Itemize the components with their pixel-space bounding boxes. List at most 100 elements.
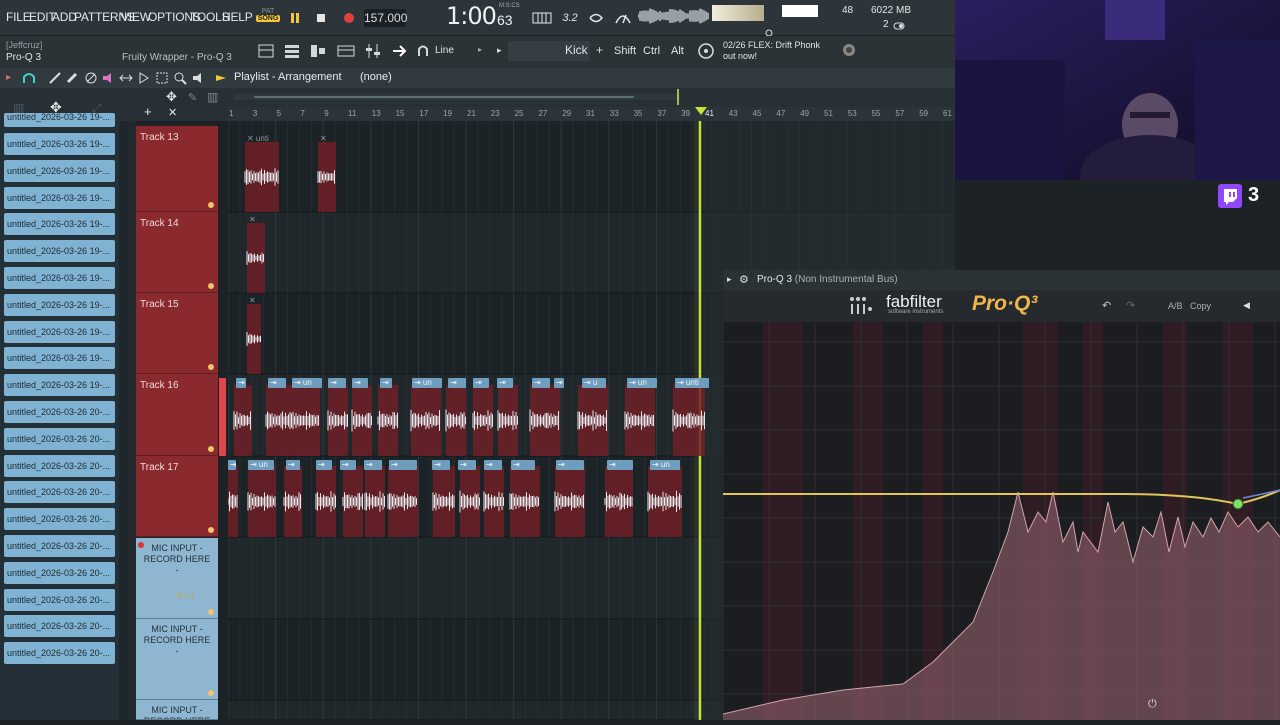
browser-item[interactable]: untitled_2026-03-26 20-... <box>4 588 115 611</box>
clip-label[interactable]: ⇥ <box>286 460 300 470</box>
brush-icon[interactable] <box>65 71 79 85</box>
piano-roll-icon[interactable] <box>308 42 328 60</box>
toggle-icon[interactable] <box>893 19 905 31</box>
track-led[interactable] <box>208 690 214 696</box>
close-icon[interactable]: ✕ <box>168 106 177 119</box>
magnet-icon[interactable] <box>416 42 430 60</box>
browser-item[interactable]: untitled_2026-03-26 19-... <box>4 293 115 316</box>
track-header-16[interactable]: Track 16 <box>136 374 218 456</box>
gear-icon[interactable] <box>764 24 774 37</box>
browser-item[interactable]: untitled_2026-03-26 19-... <box>4 213 115 236</box>
playlist-icon[interactable] <box>256 42 276 60</box>
mixer-route-icon[interactable]: ⊙ ◁ <box>176 590 193 601</box>
track-led[interactable] <box>208 202 214 208</box>
clip-label[interactable]: ⇥ u <box>582 378 606 388</box>
pencil-icon[interactable] <box>48 71 62 85</box>
clip-label[interactable]: ⇥ un <box>248 460 274 470</box>
clip-label[interactable]: ⇥ <box>448 378 466 388</box>
copy-button[interactable]: Copy <box>1190 301 1211 311</box>
playhead-marker-icon[interactable] <box>694 106 708 116</box>
browser-item[interactable]: untitled_2026-03-26 20-... <box>4 454 115 477</box>
mic-track-header-3[interactable]: MIC INPUT - RECORD HERE - <box>136 700 218 720</box>
delete-icon[interactable] <box>84 71 98 85</box>
browser-item[interactable]: untitled_2026-03-26 19-... <box>4 347 115 370</box>
clip-label[interactable]: ⇥ un <box>412 378 442 388</box>
mixer-icon[interactable] <box>336 42 356 60</box>
channel-prev-icon[interactable]: ▸ <box>497 45 502 56</box>
slice-icon[interactable] <box>137 71 151 85</box>
browser-item[interactable]: untitled_2026-03-26 19-... <box>4 159 115 182</box>
track-led[interactable] <box>208 283 214 289</box>
channel-rack-icon[interactable] <box>282 42 302 60</box>
track-header-14[interactable]: Track 14 <box>136 212 218 293</box>
overview-scrollbar[interactable] <box>234 89 684 105</box>
clip-label[interactable]: ⇥ <box>316 460 332 470</box>
pencil-icon[interactable]: ✎ <box>188 91 197 104</box>
snap-mode-select[interactable]: Line <box>435 45 454 56</box>
clip-label[interactable]: ⇥ <box>340 460 356 470</box>
pause-button[interactable] <box>286 9 304 27</box>
clip-label[interactable]: ⇥ <box>268 378 286 388</box>
add-channel-icon[interactable]: + <box>596 43 603 57</box>
browser-item[interactable]: untitled_2026-03-26 20-... <box>4 561 115 584</box>
clip-label[interactable]: ⇥ <box>236 378 246 388</box>
clip-label[interactable]: ⇥ <box>328 378 346 388</box>
track-header-13[interactable]: Track 13 <box>136 126 218 212</box>
clip-label[interactable]: ⇥ <box>432 460 450 470</box>
gear-icon[interactable]: ⚙ <box>739 273 749 286</box>
browser-item[interactable]: untitled_2026-03-26 20-... <box>4 508 115 531</box>
clip-label[interactable]: ✕ <box>247 296 261 306</box>
clip-label[interactable]: ⇥ <box>473 378 489 388</box>
clip-label[interactable]: ⇥ <box>352 378 368 388</box>
clip-label[interactable]: ✕ <box>318 134 352 144</box>
browser-item[interactable]: untitled_2026-03-26 19-... <box>4 320 115 343</box>
menu-file[interactable]: FILE <box>6 10 31 24</box>
browser-item[interactable]: untitled_2026-03-26 19-... <box>4 240 115 263</box>
clip-label[interactable]: ⇥ un <box>627 378 657 388</box>
pat-song-toggle[interactable]: PAT SONG <box>256 8 280 30</box>
tempo-display[interactable]: 157.000 <box>364 9 407 27</box>
clip-label[interactable]: ⇥ <box>556 460 584 470</box>
playlist-menu-icon[interactable] <box>214 71 228 85</box>
track-led[interactable] <box>208 446 214 452</box>
clip-label[interactable]: ⇥ <box>532 378 550 388</box>
mic-track-header-1[interactable]: MIC INPUT - RECORD HERE - ⊙ ◁ <box>136 538 218 619</box>
menu-view[interactable]: VIEW <box>121 10 151 24</box>
clip-label[interactable]: ⇥ <box>458 460 476 470</box>
ab-compare-button[interactable]: A/B <box>1168 301 1183 311</box>
clip-label[interactable]: ⇥ un <box>650 460 680 470</box>
eq-display[interactable] <box>722 322 1280 720</box>
browser-item[interactable]: untitled_2026-03-26 19-... <box>4 186 115 209</box>
record-button[interactable] <box>340 9 358 27</box>
clip-label[interactable]: ⇥ unti <box>675 378 709 388</box>
arrow-right-icon[interactable]: ▸ <box>6 72 11 83</box>
keyboard-icon[interactable] <box>532 9 552 27</box>
browser-item[interactable]: untitled_2026-03-26 20-... <box>4 615 115 638</box>
browser-item[interactable]: untitled_2026-03-26 20-... <box>4 535 115 557</box>
zoom-icon[interactable] <box>173 71 187 85</box>
slip-icon[interactable] <box>119 71 133 85</box>
power-icon[interactable]: ⏻ <box>1148 698 1157 711</box>
magnet-icon[interactable] <box>22 71 36 85</box>
clip-label[interactable]: ⇥ <box>389 460 417 470</box>
clip-label[interactable]: ⇥ un <box>292 378 322 388</box>
snap-ratio[interactable]: 3.2 <box>559 9 581 27</box>
move-icon[interactable]: ✥ <box>166 89 177 105</box>
menu-help[interactable]: HELP <box>222 10 253 24</box>
eq-spectrum-canvas[interactable] <box>722 322 1280 720</box>
stop-button[interactable] <box>312 9 330 27</box>
track-led[interactable] <box>208 364 214 370</box>
clip-label[interactable]: ⇥ <box>380 378 392 388</box>
time-display[interactable]: 1:00 <box>446 2 497 30</box>
globe-icon[interactable] <box>842 43 856 57</box>
snap-dropdown-icon[interactable]: ▸ <box>478 45 482 54</box>
clip-label[interactable]: ⇥ <box>607 460 633 470</box>
browser-scrollbar[interactable] <box>119 121 128 720</box>
grid-icon[interactable]: ▥ <box>207 90 218 104</box>
alt-modifier[interactable]: Alt <box>671 45 684 57</box>
news-icon[interactable] <box>697 42 715 60</box>
browser-item[interactable]: untitled_2026-03-26 20-... <box>4 427 115 450</box>
browser-item[interactable]: untitled_2026-03-26 19-... <box>4 133 115 155</box>
browser-item[interactable]: untitled_2026-03-26 19-... <box>4 113 115 127</box>
browser-item[interactable]: untitled_2026-03-26 20-... <box>4 401 115 423</box>
